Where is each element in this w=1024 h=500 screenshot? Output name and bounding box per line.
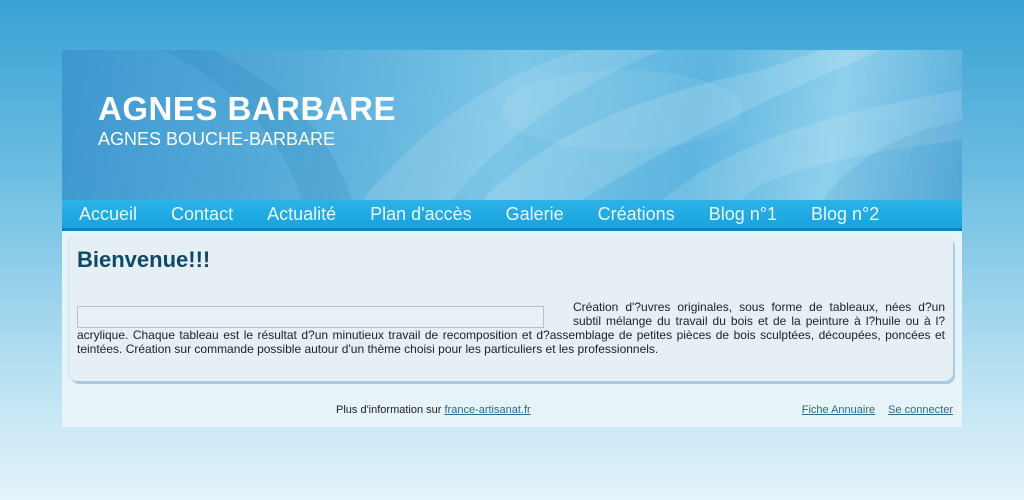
nav-item-blog-2[interactable]: Blog n°2 xyxy=(811,204,879,225)
content-body: Création d'?uvres originales, sous forme… xyxy=(77,300,945,356)
site-subtitle: AGNES BOUCHE-BARBARE xyxy=(98,129,336,149)
main-navigation: Accueil Contact Actualité Plan d'accès G… xyxy=(62,200,962,231)
nav-item-creations[interactable]: Créations xyxy=(598,204,675,225)
nav-item-galerie[interactable]: Galerie xyxy=(506,204,564,225)
footer-links: Fiche Annuaire Se connecter xyxy=(792,404,953,416)
content-title: Bienvenue!!! xyxy=(77,247,211,272)
nav-item-contact[interactable]: Contact xyxy=(171,204,233,225)
media-placeholder xyxy=(77,306,544,328)
footer-info: Plus d'information sur france-artisanat.… xyxy=(336,404,531,416)
site-title: AGNES BARBARE xyxy=(98,90,397,127)
site-header: AGNES BARBARE AGNES BOUCHE-BARBARE xyxy=(62,50,962,200)
nav-item-blog-1[interactable]: Blog n°1 xyxy=(709,204,777,225)
fiche-annuaire-link[interactable]: Fiche Annuaire xyxy=(802,404,875,416)
nav-item-actualite[interactable]: Actualité xyxy=(267,204,336,225)
se-connecter-link[interactable]: Se connecter xyxy=(888,404,953,416)
france-artisanat-link[interactable]: france-artisanat.fr xyxy=(444,404,530,416)
site-footer: Plus d'information sur france-artisanat.… xyxy=(62,404,962,418)
nav-item-accueil[interactable]: Accueil xyxy=(79,204,137,225)
footer-info-text: Plus d'information sur xyxy=(336,404,445,416)
nav-item-plan-acces[interactable]: Plan d'accès xyxy=(370,204,472,225)
page-container: AGNES BARBARE AGNES BOUCHE-BARBARE Accue… xyxy=(62,50,962,427)
content-panel: Bienvenue!!! Création d'?uvres originale… xyxy=(69,236,953,381)
